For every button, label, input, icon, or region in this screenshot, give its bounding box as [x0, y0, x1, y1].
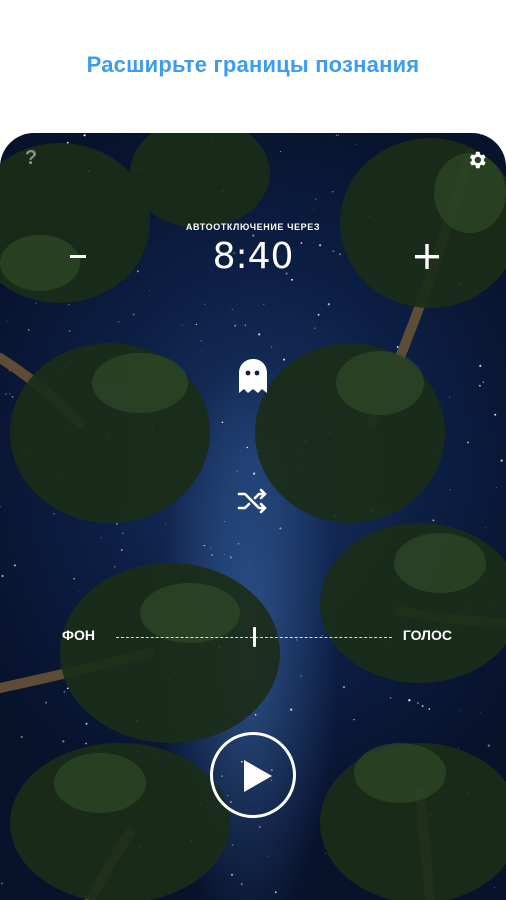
help-button[interactable]: ?: [20, 147, 42, 171]
minus-icon: [70, 255, 86, 258]
shuffle-button[interactable]: [236, 486, 270, 516]
shuffle-icon: [237, 488, 267, 514]
ghost-icon: [239, 359, 267, 393]
increase-timer-button[interactable]: [410, 235, 444, 277]
mix-background-label: ФОН: [62, 627, 95, 643]
settings-button[interactable]: [466, 149, 488, 171]
mix-slider-thumb[interactable]: [252, 627, 256, 647]
plus-icon: [415, 244, 439, 269]
gear-icon: [469, 151, 486, 169]
mix-voice-label: ГОЛОС: [402, 627, 452, 643]
promo-headline: Расширьте границы познания: [86, 52, 420, 77]
decrease-timer-button[interactable]: [62, 235, 96, 277]
auto-off-label: АВТООТКЛЮЧЕНИЕ ЧЕРЕЗ: [185, 222, 321, 232]
phone-screen: ? АВТООТКЛЮЧЕНИЕ ЧЕРЕЗ 8:40 ФОН ГОЛОС: [0, 133, 506, 900]
ghost-mode-button[interactable]: [236, 356, 270, 396]
play-button[interactable]: [210, 732, 296, 818]
play-icon: [244, 760, 272, 792]
